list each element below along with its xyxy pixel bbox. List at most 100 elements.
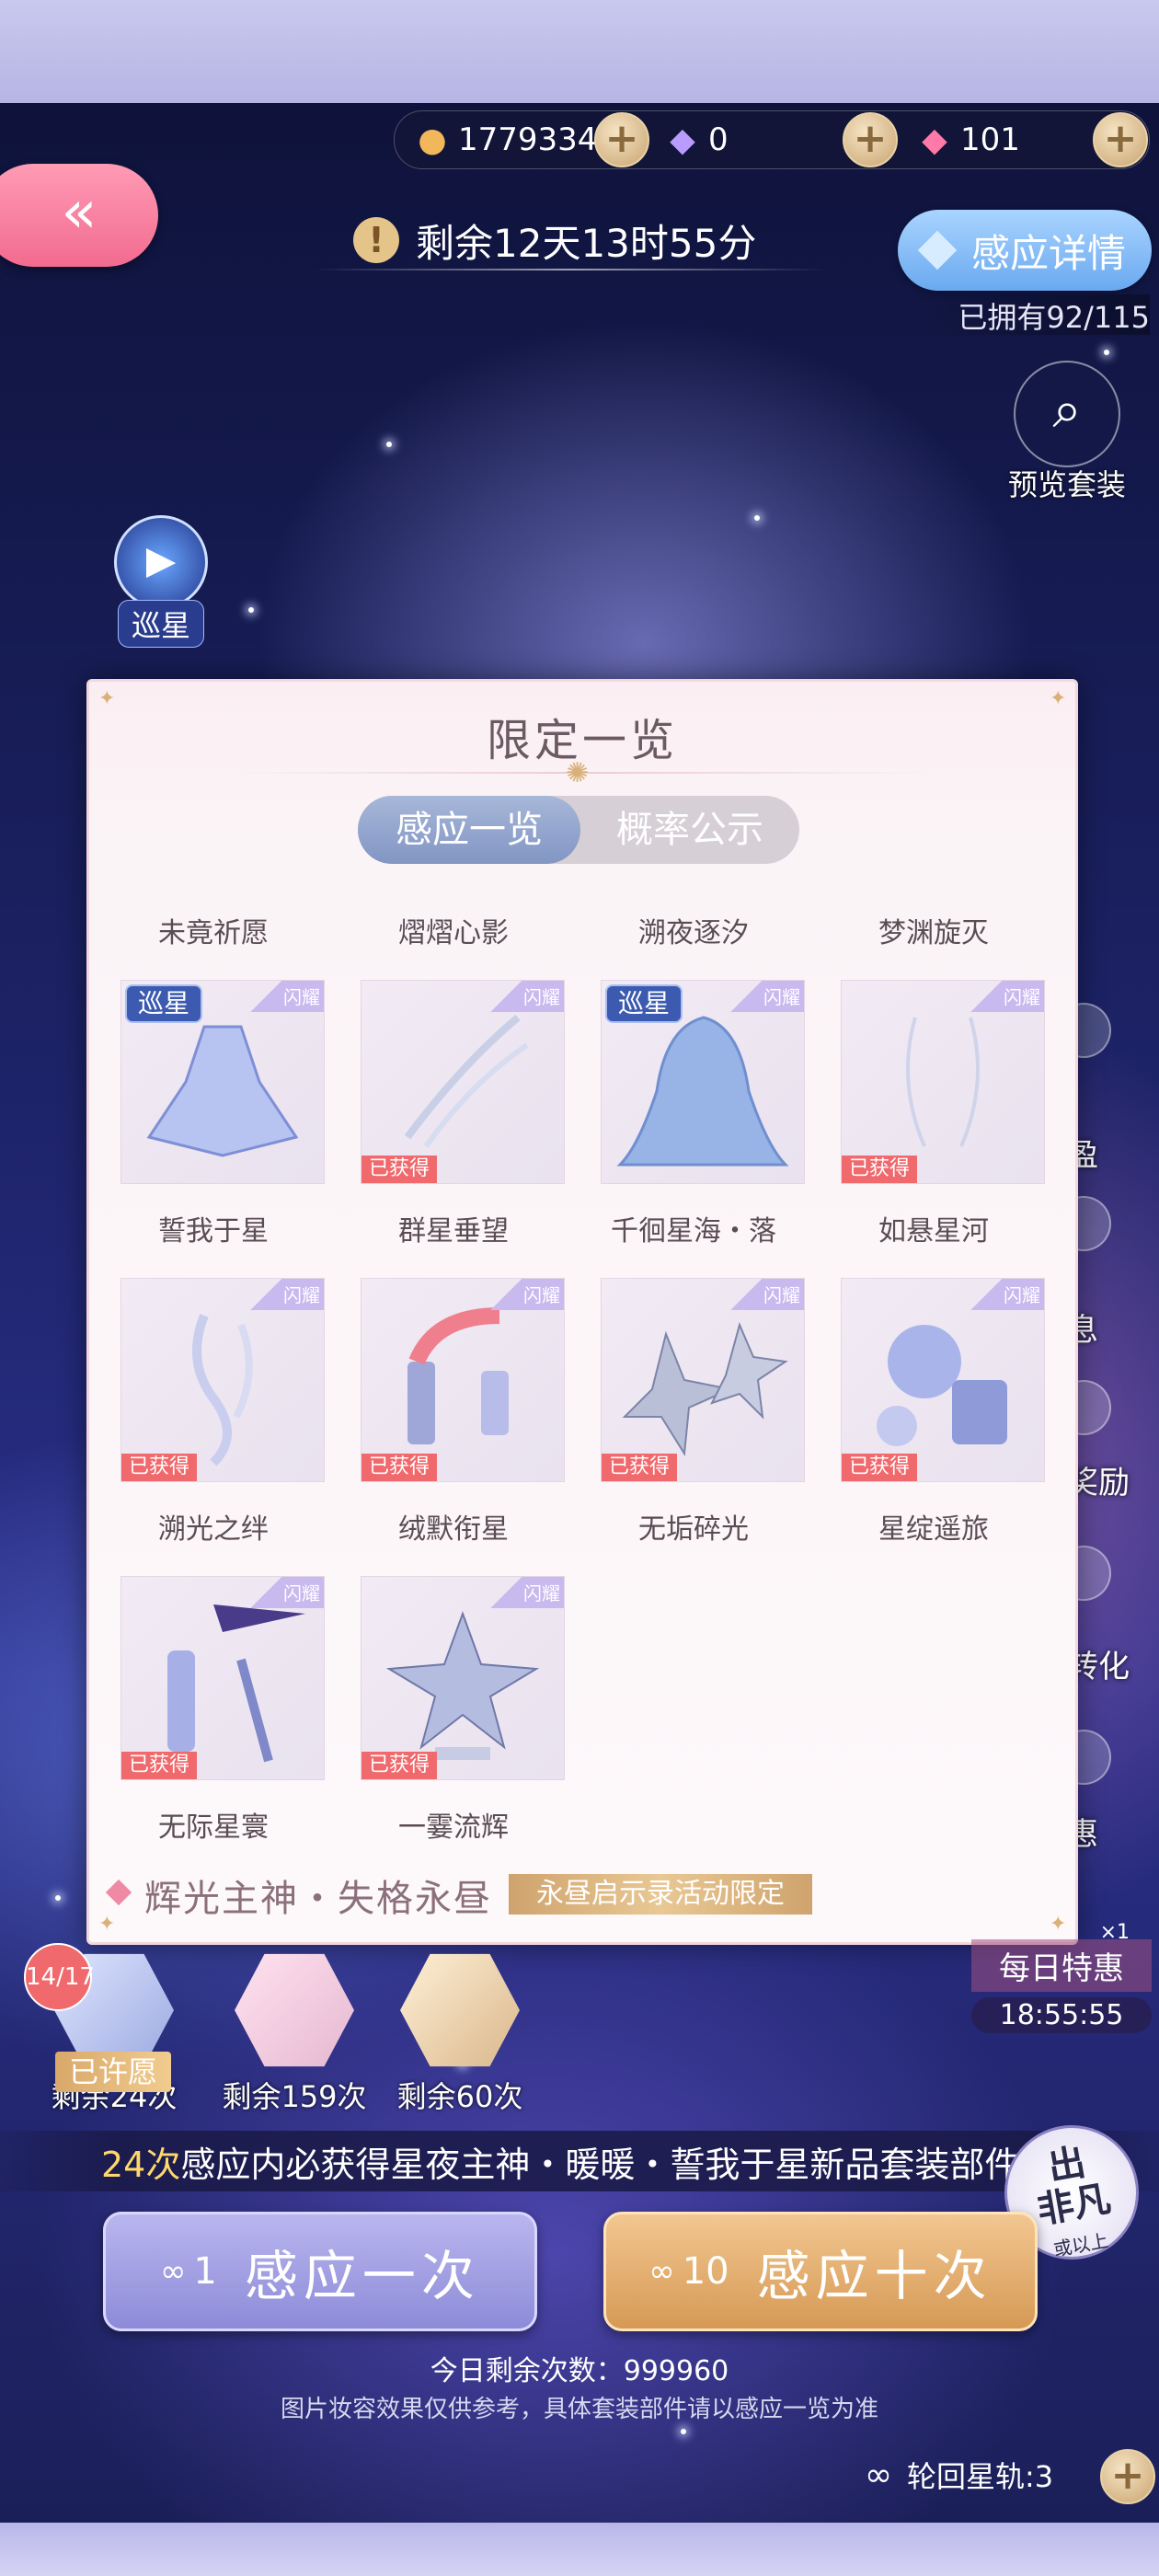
cost: ∞ 1 <box>160 2250 217 2293</box>
cat-coin-icon: ● <box>418 121 447 159</box>
daily-deal-count: ×1 <box>1099 1921 1130 1944</box>
item-label: 誓我于星 <box>158 1215 269 1248</box>
add-gold-button[interactable]: + <box>594 112 649 167</box>
pool-slot-2[interactable]: 剩余159次 <box>221 1950 368 2116</box>
induce-ten-button[interactable]: ∞ 10 感应十次 <box>603 2212 1038 2331</box>
item-card[interactable]: 闪耀 已获得 <box>841 980 1045 1184</box>
item-label: 无际星寰 <box>158 1811 269 1844</box>
timer-divider <box>313 269 828 270</box>
item-card[interactable]: 闪耀 已获得 <box>601 1278 805 1482</box>
modal-tabs: 感应一览 概率公示 <box>358 796 799 864</box>
pool-progress-badge: 14/17 <box>24 1943 95 2011</box>
diamond-icon <box>105 1879 132 1906</box>
rarity-flag: 闪耀 <box>250 981 324 1012</box>
guarantee-banner: 24次感应内必获得星夜主神・暖暖・誓我于星新品套装部件 <box>0 2131 1159 2191</box>
induce-once-button[interactable]: ∞ 1 感应一次 <box>103 2212 537 2331</box>
detail-button[interactable]: 感应详情 <box>898 210 1152 291</box>
pool-remaining: 剩余159次 <box>222 2079 367 2114</box>
obtained-badge: 已获得 <box>121 1752 198 1779</box>
modal-footer: 辉光主神・失格永昼 永昼启示录活动限定 <box>89 1867 1075 1920</box>
track-label: 轮回星轨:3 <box>907 2459 1054 2494</box>
preview-outfit-button[interactable]: ⌕ 预览套装 <box>1003 361 1131 504</box>
star-sparkle <box>248 607 254 613</box>
daily-deal-button[interactable]: ×1 每日特惠 18:55:55 <box>971 1921 1152 2050</box>
snowflake-ornament-icon: ✺ <box>566 757 590 789</box>
item-card[interactable]: 闪耀 已获得 <box>120 1278 325 1482</box>
item-card[interactable]: 闪耀 已获得 <box>841 1278 1045 1482</box>
corner-ornament-icon: ✦ <box>1050 1913 1067 1936</box>
guarantee-desc: 感应内必获得星夜主神・暖暖・誓我于星新品套装部件 <box>180 2145 1020 2185</box>
tab-induction-list[interactable]: 感应一览 <box>358 796 580 864</box>
obtained-badge: 已获得 <box>121 1454 198 1481</box>
patrol-label: 巡星 <box>117 600 204 648</box>
play-icon: ▶ <box>114 515 208 609</box>
star-sparkle <box>681 2429 686 2434</box>
item-card[interactable]: 闪耀 已获得 <box>120 1576 325 1780</box>
patrol-button[interactable]: ▶ 巡星 <box>110 515 212 648</box>
preview-label: 预览套装 <box>1007 467 1126 502</box>
obtained-badge: 已获得 <box>361 1454 438 1481</box>
character-portrait <box>235 1953 354 2067</box>
patrol-tag: 巡星 <box>605 984 683 1023</box>
item-label: 溯夜逐汐 <box>638 917 749 949</box>
item-label: 群星垂望 <box>398 1215 509 1248</box>
item-card[interactable]: 闪耀 已获得 <box>361 980 565 1184</box>
rarity-flag: 闪耀 <box>250 1279 324 1310</box>
remaining-today: 今日剩余次数：999960 <box>430 2355 729 2387</box>
obtained-badge: 已获得 <box>361 1156 438 1183</box>
infinity-ribbon-icon: ∞ <box>865 2455 892 2494</box>
item-label: 一霎流辉 <box>398 1811 509 1844</box>
cost: ∞ 10 <box>648 2250 729 2293</box>
guarantee-text: 24次感应内必获得星夜主神・暖暖・誓我于星新品套装部件 <box>101 2136 1019 2187</box>
purple-diamond-amount: 0 <box>708 121 729 158</box>
obtained-badge: 已获得 <box>842 1454 918 1481</box>
obtained-badge: 已获得 <box>602 1454 678 1481</box>
search-icon: ⌕ <box>1014 361 1120 467</box>
patrol-tag: 巡星 <box>125 984 203 1023</box>
infinity-ribbon-icon: ∞ <box>160 2253 187 2290</box>
item-label: 星绽遥旅 <box>878 1513 989 1546</box>
item-label: 如悬星河 <box>878 1215 989 1248</box>
currency-purple-diamond: ◆ 0 <box>662 117 729 163</box>
item-label: 无垢碎光 <box>638 1513 749 1546</box>
back-button[interactable]: « <box>0 164 158 267</box>
pink-diamond-icon: ◆ <box>922 121 947 159</box>
obtained-badge: 已获得 <box>842 1156 918 1183</box>
cost-value: 1 <box>193 2250 217 2293</box>
detail-label: 感应详情 <box>970 230 1126 276</box>
tab-probability[interactable]: 概率公示 <box>580 796 799 864</box>
exclamation-icon: ! <box>353 217 399 263</box>
pink-diamond-amount: 101 <box>960 121 1020 158</box>
double-chevron-left-icon: « <box>61 178 98 247</box>
star-sparkle <box>754 515 760 521</box>
item-card[interactable]: 闪耀 已获得 <box>361 1576 565 1780</box>
limited-list-modal: ✦ ✦ ✦ ✦ 限定一览 ✺ 感应一览 概率公示 未竟祈愿 熠熠心影 溯夜逐汐 … <box>86 679 1078 1945</box>
corner-ornament-icon: ✦ <box>98 1913 116 1936</box>
add-track-button[interactable]: + <box>1100 2449 1155 2504</box>
rarity-flag: 闪耀 <box>730 1279 804 1310</box>
item-card[interactable]: 闪耀 已获得 <box>361 1278 565 1482</box>
add-pink-diamond-button[interactable]: + <box>1093 112 1148 167</box>
event-timer: ! 剩余12天13时55分 <box>353 210 756 270</box>
infinity-ribbon-icon: ∞ <box>648 2253 675 2290</box>
disclaimer-note: 图片妆容效果仅供参考，具体套装部件请以感应一览为准 <box>280 2396 878 2423</box>
daily-deal-timer: 18:55:55 <box>971 1997 1152 2033</box>
currency-pink-diamond: ◆ 101 <box>914 117 1020 163</box>
gold-amount: 1779334 <box>458 121 598 158</box>
item-label: 绒默衔星 <box>398 1513 509 1546</box>
diamond-icon <box>917 230 958 270</box>
rarity-flag: 闪耀 <box>490 1577 564 1608</box>
rarity-flag: 闪耀 <box>490 981 564 1012</box>
event-limited-badge: 永昼启示录活动限定 <box>509 1874 812 1915</box>
pool-slot-3[interactable]: 剩余60次 <box>386 1950 534 2116</box>
induce-once-label: 感应一次 <box>244 2245 480 2307</box>
item-label: 梦渊旋灭 <box>878 917 989 949</box>
item-card[interactable]: 闪耀 巡星 <box>601 980 805 1184</box>
bottom-status-band <box>0 2523 1159 2576</box>
guarantee-count: 24次 <box>101 2145 181 2185</box>
purple-diamond-icon: ◆ <box>670 121 695 159</box>
character-portrait <box>400 1953 520 2067</box>
timer-text: 剩余12天13时55分 <box>416 220 757 266</box>
item-card[interactable]: 闪耀 巡星 <box>120 980 325 1184</box>
add-purple-diamond-button[interactable]: + <box>843 112 898 167</box>
